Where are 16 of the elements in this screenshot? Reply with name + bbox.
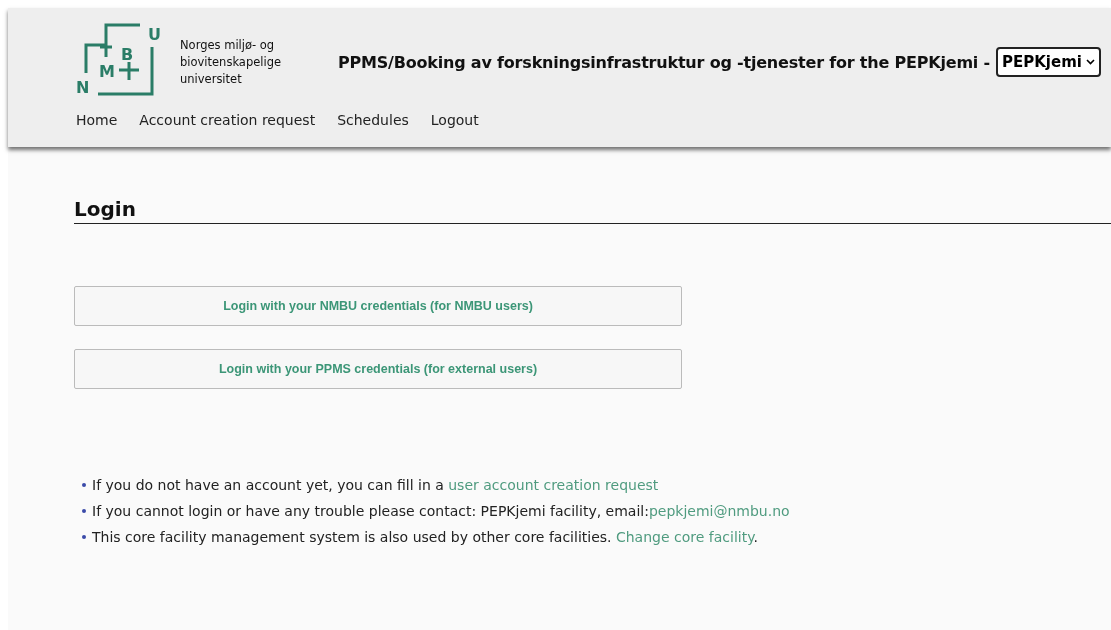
university-name: Norges miljø- og biovitenskapelige universitet [180, 36, 283, 88]
nav-link[interactable]: Logout [430, 112, 479, 128]
bullet-icon [82, 483, 86, 487]
info-text: If you cannot login or have any trouble please contact: PEPKjemi facility, email:pepkjemi@nmbu.no [92, 503, 790, 519]
bullet-icon [82, 509, 86, 513]
bullet-icon [82, 535, 86, 539]
facility-select[interactable]: PEPKjemi [995, 47, 1101, 77]
site-title: PPMS/Booking av forskningsinfrastruktur og -tjenester for the PEPKjemi - [338, 52, 990, 72]
nav-link[interactable]: Account creation request [139, 112, 316, 128]
page-heading: Login [74, 197, 1111, 224]
info-text: This core facility management system is also used by other core facilities. Change core facility. [92, 529, 758, 545]
nav-link[interactable]: Schedules [337, 112, 409, 128]
info-text: If you do not have an account yet, you can fill in a user account creation request [92, 477, 659, 493]
nav-link[interactable]: Home [76, 112, 118, 128]
chevron-down-icon [1085, 59, 1095, 65]
university-logo: N M B U [76, 21, 164, 97]
